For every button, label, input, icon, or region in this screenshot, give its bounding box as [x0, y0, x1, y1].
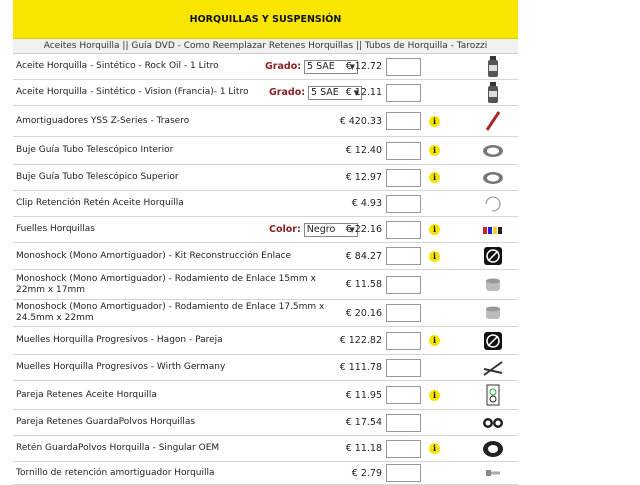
product-row: Muelles Horquilla Progresivos - Wirth Ge… [13, 355, 518, 381]
product-price: € 111.78 [339, 362, 382, 373]
product-row: Monoshock (Mono Amortiguador) - Rodamien… [13, 300, 518, 327]
product-row: Buje Guía Tubo Telescópico Superior € 12.… [13, 165, 518, 191]
product-name[interactable]: Monoshock (Mono Amortiguador) - Rodamien… [16, 302, 346, 324]
bearing-icon[interactable] [482, 302, 504, 324]
product-price: € 22.16 [345, 224, 382, 235]
info-icon[interactable]: i [429, 145, 440, 156]
option-label: Color: [269, 224, 301, 235]
product-price: € 12.97 [345, 172, 382, 183]
bushing-icon[interactable] [482, 167, 504, 189]
product-option: Color: Negro ▼ [269, 222, 358, 237]
product-name[interactable]: Buje Guía Tubo Telescópico Interior [16, 145, 346, 156]
product-name[interactable]: Pareja Retenes GuardaPolvos Horquillas [16, 417, 346, 428]
product-name[interactable]: Monoshock (Mono Amortiguador) - Kit Reco… [16, 251, 346, 262]
springs-icon[interactable] [482, 357, 504, 379]
option-label: Grado: [269, 87, 306, 98]
dust-seal-icon[interactable] [482, 438, 504, 460]
product-price: € 20.16 [345, 307, 382, 319]
bolt-icon[interactable] [482, 462, 504, 484]
product-name[interactable]: Buje Guía Tubo Telescópico Superior [16, 172, 346, 183]
product-row: Monoshock (Mono Amortiguador) - Kit Reco… [13, 243, 518, 270]
quantity-input[interactable] [386, 464, 421, 482]
seal-kit-icon[interactable] [482, 384, 504, 406]
quantity-input[interactable] [386, 439, 421, 458]
quantity-input[interactable] [386, 247, 421, 265]
product-row: Aceite Horquilla - Sintético - Rock Oil … [13, 54, 518, 80]
option-selected-value: 5 SAE [311, 87, 339, 98]
product-price: € 12.40 [345, 145, 382, 156]
info-icon[interactable]: i [429, 115, 440, 127]
quantity-input[interactable] [386, 413, 421, 432]
product-name[interactable]: Retén GuardaPolvos Horquilla - Singular … [16, 443, 346, 454]
quantity-input[interactable] [386, 386, 421, 404]
product-name[interactable]: Tornillo de retención amortiguador Horqu… [16, 468, 346, 479]
quantity-input[interactable] [386, 141, 421, 160]
info-icon[interactable]: i [429, 389, 440, 401]
dust-seals-icon[interactable] [482, 412, 504, 434]
product-row: Buje Guía Tubo Telescópico Interior € 12.… [13, 137, 518, 165]
product-price: € 2.79 [351, 467, 382, 479]
product-row: Amortiguadores YSS Z-Series - Trasero € 4… [13, 106, 518, 137]
product-name[interactable]: Pareja Retenes Aceite Horquilla [16, 390, 346, 401]
category-header: HORQUILLAS Y SUSPENSIÓN [13, 0, 518, 39]
product-row: Clip Retención Retén Aceite Horquilla € 4… [13, 191, 518, 217]
option-selected-value: 5 SAE [307, 61, 335, 72]
product-name[interactable]: Muelles Horquilla Progresivos - Wirth Ge… [16, 362, 346, 373]
product-row: Retén GuardaPolvos Horquilla - Singular … [13, 436, 518, 462]
quantity-input[interactable] [386, 194, 421, 213]
no-photo-icon[interactable] [482, 245, 504, 267]
info-icon[interactable]: i [429, 335, 440, 346]
oil-bottle-icon[interactable] [482, 81, 504, 104]
product-row: Pareja Retenes Aceite Horquilla € 11.95 i [13, 381, 518, 410]
option-selected-value: Negro [306, 224, 336, 235]
product-name[interactable]: Clip Retención Retén Aceite Horquilla [16, 198, 346, 209]
product-row: Muelles Horquilla Progresivos - Hagon - … [13, 327, 518, 355]
product-row: Tornillo de retención amortiguador Horqu… [13, 462, 518, 485]
product-option: Grado: 5 SAE ▼ [265, 59, 359, 74]
bearing-icon[interactable] [482, 274, 504, 296]
product-price: € 4.93 [351, 198, 382, 209]
quantity-input[interactable] [386, 304, 421, 322]
product-price: € 420.33 [339, 115, 382, 127]
quantity-input[interactable] [386, 358, 421, 377]
oil-bottle-icon[interactable] [482, 55, 504, 78]
info-icon[interactable]: i [429, 172, 440, 183]
subcategory-links[interactable]: Aceites Horquilla || Guía DVD - Como Ree… [13, 39, 518, 54]
product-name[interactable]: Monoshock (Mono Amortiguador) - Rodamien… [16, 274, 346, 296]
product-table: Aceite Horquilla - Sintético - Rock Oil … [13, 54, 518, 485]
product-price: € 17.54 [345, 417, 382, 428]
product-price: € 84.27 [345, 250, 382, 262]
product-row: Aceite Horquilla - Sintético - Vision (F… [13, 80, 518, 106]
quantity-input[interactable] [386, 112, 421, 130]
product-list-panel: HORQUILLAS Y SUSPENSIÓN Aceites Horquill… [13, 0, 518, 485]
category-title: HORQUILLAS Y SUSPENSIÓN [189, 13, 342, 25]
product-price: € 11.95 [345, 389, 382, 401]
clip-icon[interactable] [482, 193, 504, 215]
no-photo-icon[interactable] [482, 330, 504, 352]
bushing-icon[interactable] [482, 140, 504, 162]
shock-absorber-icon[interactable] [482, 110, 504, 132]
product-price: € 122.82 [339, 335, 382, 346]
info-icon[interactable]: i [429, 250, 440, 262]
product-row: Pareja Retenes GuardaPolvos Horquillas € … [13, 410, 518, 436]
quantity-input[interactable] [386, 331, 421, 350]
quantity-input[interactable] [386, 57, 421, 76]
product-price: € 12.72 [345, 61, 382, 72]
quantity-input[interactable] [386, 220, 421, 239]
quantity-input[interactable] [386, 275, 421, 294]
product-price: € 12.11 [345, 87, 382, 98]
product-price: € 11.58 [345, 279, 382, 290]
quantity-input[interactable] [386, 83, 421, 102]
product-price: € 11.18 [345, 443, 382, 454]
info-icon[interactable]: i [429, 224, 440, 235]
product-row: Monoshock (Mono Amortiguador) - Rodamien… [13, 270, 518, 300]
option-label: Grado: [265, 61, 302, 72]
info-icon[interactable]: i [429, 443, 440, 454]
quantity-input[interactable] [386, 168, 421, 187]
product-row: Fuelles Horquillas Color: Negro ▼ € 22.16 i [13, 217, 518, 243]
fork-gaiters-icon[interactable] [482, 219, 504, 241]
product-name[interactable]: Muelles Horquilla Progresivos - Hagon - … [16, 335, 346, 346]
product-name[interactable]: Amortiguadores YSS Z-Series - Trasero [16, 116, 346, 127]
